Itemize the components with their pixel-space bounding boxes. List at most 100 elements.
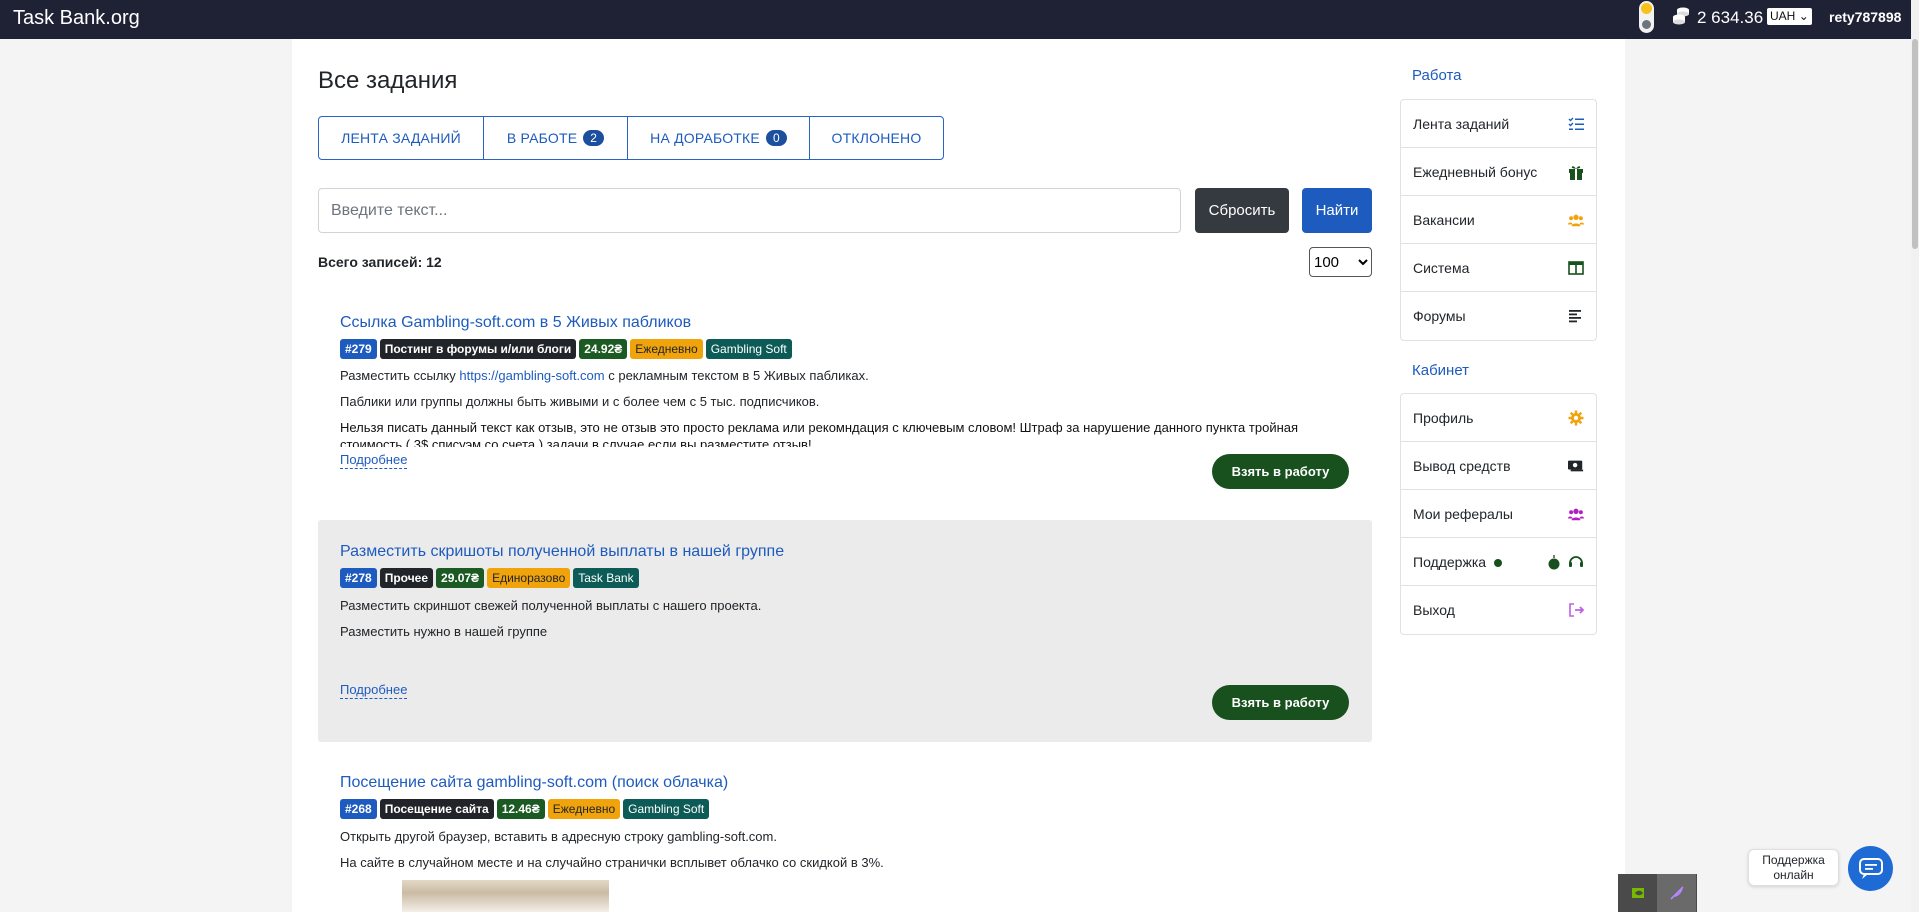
find-button[interactable]: Найти <box>1302 188 1372 233</box>
sidebar-item-forums[interactable]: Форумы <box>1401 292 1596 340</box>
owner-badge: Task Bank <box>573 568 639 588</box>
sidebar-work-list: Лента заданий Ежедневный бонус Вакансии … <box>1400 99 1597 341</box>
chat-button[interactable] <box>1848 846 1893 891</box>
sidebar-item-label: Поддержка <box>1413 553 1487 570</box>
tab-in-progress[interactable]: В РАБОТЕ 2 <box>484 117 628 159</box>
category-badge: Прочее <box>379 568 434 588</box>
more-link[interactable]: Подробнее <box>340 682 408 699</box>
task-warning: Нельзя писать данный текст как отзыв, эт… <box>340 420 1299 435</box>
coins-icon <box>1673 7 1689 25</box>
price-badge: 29.07₴ <box>436 568 485 588</box>
task-description: Паблики или группы должны быть живыми и … <box>340 394 820 409</box>
sidebar-item-label: Выход <box>1413 602 1455 618</box>
price-badge: 24.92₴ <box>579 339 628 359</box>
sidebar-item-daily-bonus[interactable]: Ежедневный бонус <box>1401 148 1596 196</box>
category-badge: Постинг в форумы и/или блоги <box>379 339 577 359</box>
task-description: Разместить нужно в нашей группе <box>340 624 548 639</box>
online-status-dot <box>1494 558 1503 567</box>
table-icon <box>1568 260 1584 276</box>
frequency-badge: Ежедневно <box>630 339 703 359</box>
feather-icon[interactable] <box>1657 874 1696 912</box>
count-badge: 0 <box>765 130 787 146</box>
sidebar-item-logout[interactable]: Выход <box>1401 586 1596 634</box>
task-title[interactable]: Разместить скришоты полученной выплаты в… <box>340 543 784 561</box>
bomb-icon <box>1546 554 1562 570</box>
sidebar-item-profile[interactable]: Профиль <box>1401 394 1596 442</box>
category-badge: Посещение сайта <box>379 799 494 819</box>
tab-in-progress-label: В РАБОТЕ <box>506 130 578 146</box>
align-left-icon <box>1568 308 1584 324</box>
task-description: Разместить ссылку https://gambling-soft.… <box>340 368 869 383</box>
sidebar-item-referrals[interactable]: Мои рефералы <box>1401 490 1596 538</box>
task-id-badge: #278 <box>340 568 377 588</box>
task-card: Разместить скришоты полученной выплаты в… <box>318 520 1372 742</box>
top-navbar: Task Bank.org 2 634.36 UAH ⌄ rety787898 <box>0 0 1919 39</box>
tab-feed-label: ЛЕНТА ЗАДАНИЙ <box>341 130 461 146</box>
headset-icon <box>1568 554 1584 570</box>
take-task-button[interactable]: Взять в работу <box>1212 685 1349 720</box>
brand-logo[interactable]: Task Bank.org <box>13 7 140 30</box>
task-id-badge: #279 <box>340 339 377 359</box>
task-description: Открыть другой браузер, вставить в адрес… <box>340 829 777 844</box>
sun-icon <box>1641 3 1652 14</box>
per-page-select[interactable]: 100 <box>1309 247 1372 277</box>
tab-revision-label: НА ДОРАБОТКЕ <box>650 130 760 146</box>
gift-icon <box>1568 164 1584 180</box>
chat-label[interactable]: Поддержка онлайн <box>1748 849 1839 886</box>
chat-icon <box>1858 857 1883 879</box>
task-description: Разместить скриншот свежей полученной вы… <box>340 598 762 613</box>
users-icon <box>1568 212 1584 228</box>
task-warning: стоимость ( 3$ списуэм со счета ) задачи… <box>340 437 812 447</box>
price-badge: 12.46₴ <box>496 799 545 819</box>
task-tags: #279 Постинг в форумы и/или блоги 24.92₴… <box>340 339 792 359</box>
currency-value: UAH <box>1770 9 1796 23</box>
sidebar-heading-cabinet: Кабинет <box>1412 362 1470 379</box>
sidebar-heading-work: Работа <box>1412 67 1462 84</box>
desc-text: с рекламным текстом в 5 Живых пабликах. <box>604 368 869 383</box>
tab-revision[interactable]: НА ДОРАБОТКЕ 0 <box>628 117 810 159</box>
frequency-badge: Ежедневно <box>547 799 621 819</box>
theme-toggle[interactable] <box>1639 1 1654 33</box>
sidebar-item-label: Система <box>1413 259 1470 276</box>
sidebar-item-label: Вакансии <box>1413 211 1475 228</box>
reset-button[interactable]: Сбросить <box>1195 188 1289 233</box>
sidebar-item-withdraw[interactable]: Вывод средств <box>1401 442 1596 490</box>
task-tags: #268 Посещение сайта 12.46₴ Ежедневно Ga… <box>340 799 710 819</box>
take-task-button[interactable]: Взять в работу <box>1212 454 1349 489</box>
sidebar-item-label: Профиль <box>1413 409 1474 426</box>
desc-link[interactable]: https://gambling-soft.com <box>459 368 604 383</box>
owner-badge: Gambling Soft <box>623 799 710 819</box>
page-title: Все задания <box>318 67 458 94</box>
balance-value: 2 634.36 <box>1697 8 1764 27</box>
tab-rejected-label: ОТКЛОНЕНО <box>831 130 922 146</box>
task-description: На сайте в случайном месте и на случайно… <box>340 855 884 870</box>
chevron-down-icon: ⌄ <box>1798 9 1809 23</box>
money-icon <box>1568 458 1584 474</box>
owner-badge: Gambling Soft <box>705 339 792 359</box>
sidebar-item-support[interactable]: Поддержка <box>1401 538 1596 586</box>
username-menu[interactable]: rety787898 <box>1829 9 1901 25</box>
task-title[interactable]: Ссылка Gambling-soft.com в 5 Живых пабли… <box>340 314 691 332</box>
sidebar-item-task-feed[interactable]: Лента заданий <box>1401 100 1596 148</box>
users-icon <box>1568 506 1584 522</box>
tab-rejected[interactable]: ОТКЛОНЕНО <box>810 117 943 159</box>
task-title[interactable]: Посещение сайта gambling-soft.com (поиск… <box>340 774 728 792</box>
count-badge: 2 <box>583 130 605 146</box>
sidebar-item-label: Ежедневный бонус <box>1413 163 1538 180</box>
task-list-icon <box>1568 116 1584 132</box>
sidebar-item-system[interactable]: Система <box>1401 244 1596 292</box>
sidebar-item-label: Форумы <box>1413 308 1466 324</box>
more-link[interactable]: Подробнее <box>340 452 408 469</box>
nvidia-icon[interactable] <box>1618 874 1657 912</box>
currency-select[interactable]: UAH ⌄ <box>1767 8 1812 25</box>
tab-feed[interactable]: ЛЕНТА ЗАДАНИЙ <box>319 117 484 159</box>
sidebar-item-label: Лента заданий <box>1413 115 1510 132</box>
search-input[interactable] <box>318 188 1181 233</box>
overlay-widget[interactable] <box>1618 874 1697 912</box>
task-card: Ссылка Gambling-soft.com в 5 Живых пабли… <box>318 300 1372 500</box>
desc-text: Разместить ссылку <box>340 368 460 383</box>
scrollbar-thumb[interactable] <box>1912 39 1918 249</box>
sidebar-cabinet-list: Профиль Вывод средств Мои рефералы Подде… <box>1400 393 1597 635</box>
sidebar-item-vacancies[interactable]: Вакансии <box>1401 196 1596 244</box>
total-records: Всего записей: 12 <box>318 254 442 270</box>
